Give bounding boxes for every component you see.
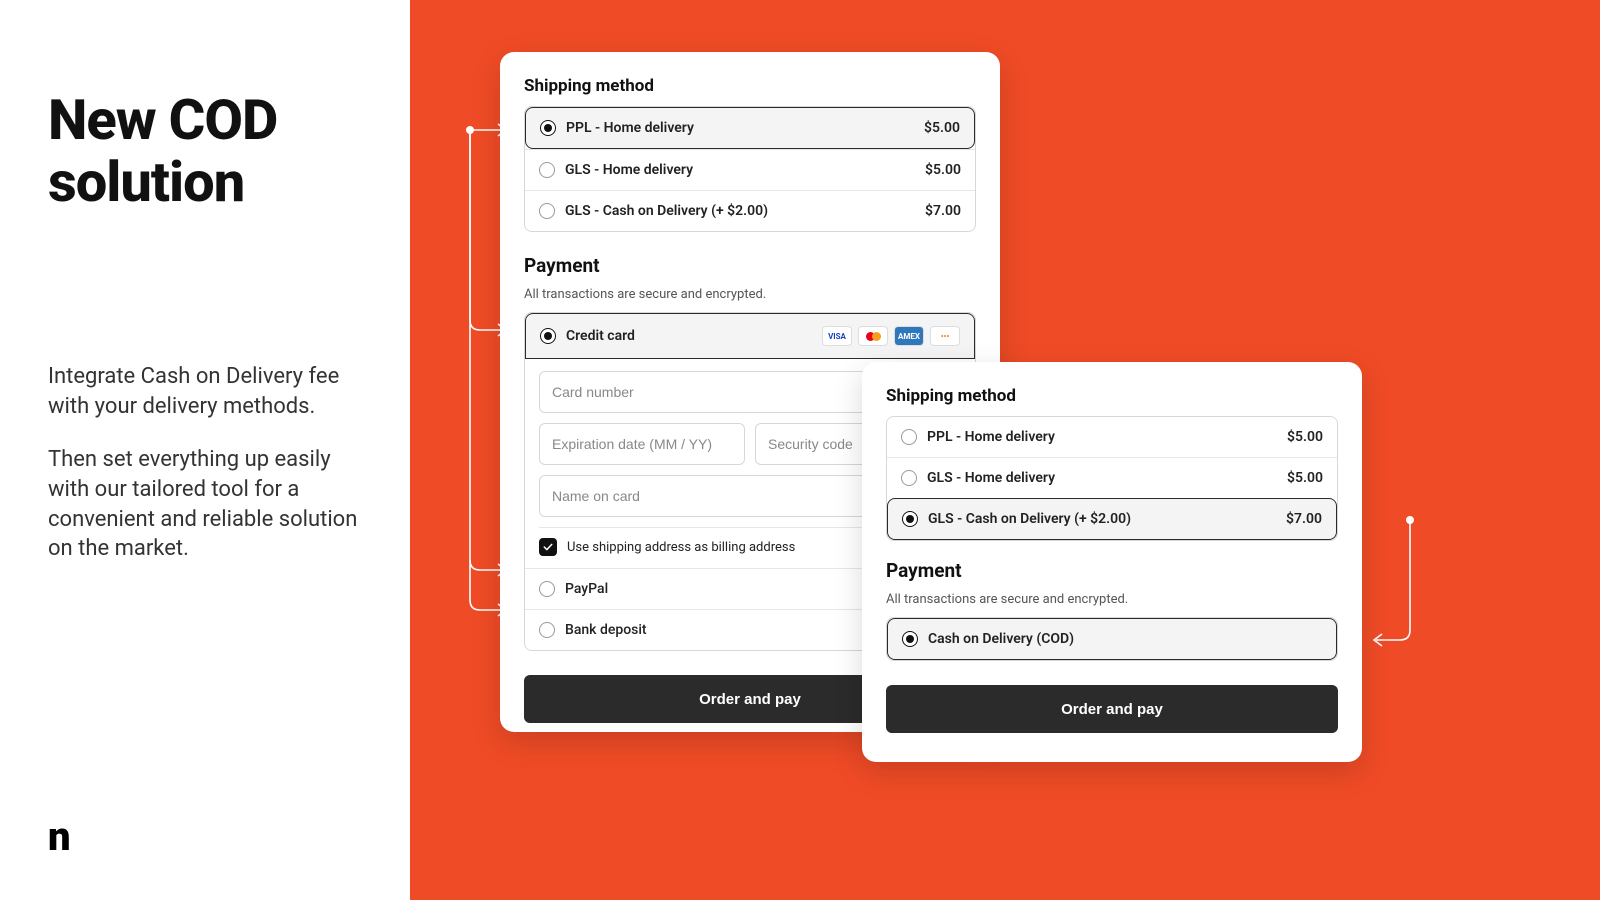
card-brand-icons: VISA AMEX •••	[822, 326, 960, 346]
shipping-section-b: Shipping method	[886, 386, 1338, 406]
shipping-option-price: $5.00	[1287, 470, 1323, 486]
shipping-option-price: $5.00	[924, 120, 960, 136]
cod-label: Cash on Delivery (COD)	[928, 631, 1074, 647]
radio-selected-icon	[902, 511, 918, 527]
shipping-option-ppl[interactable]: PPL - Home delivery $5.00	[525, 107, 975, 149]
shipping-option-price: $7.00	[1286, 511, 1322, 527]
shipping-option-price: $5.00	[1287, 429, 1323, 445]
discover-icon: •••	[930, 326, 960, 346]
order-and-pay-button[interactable]: Order and pay	[886, 685, 1338, 733]
payment-options-b: Cash on Delivery (COD)	[886, 617, 1338, 661]
payment-subtitle-b: All transactions are secure and encrypte…	[886, 592, 1338, 607]
payment-title-a: Payment	[524, 254, 976, 277]
radio-icon	[539, 162, 555, 178]
radio-icon	[539, 581, 555, 597]
shipping-option-gls[interactable]: GLS - Home delivery $5.00	[887, 457, 1337, 498]
radio-icon	[539, 622, 555, 638]
shipping-title-a: Shipping method	[524, 76, 976, 96]
credit-card-label: Credit card	[566, 328, 635, 344]
payment-option-cod[interactable]: Cash on Delivery (COD)	[887, 618, 1337, 660]
mastercard-icon	[858, 326, 888, 346]
shipping-option-gls-cod[interactable]: GLS - Cash on Delivery (+ $2.00) $7.00	[887, 498, 1337, 540]
shipping-title-b: Shipping method	[886, 386, 1338, 406]
shipping-section-a: Shipping method	[524, 76, 976, 96]
payment-section-a: Payment All transactions are secure and …	[524, 254, 976, 302]
hero-title: New COD solution	[48, 90, 410, 213]
hero-paragraph-2: Then set everything up easily with our t…	[48, 445, 358, 564]
checkbox-checked-icon	[539, 538, 557, 556]
shipping-option-price: $5.00	[925, 162, 961, 178]
radio-icon	[539, 203, 555, 219]
radio-icon	[901, 429, 917, 445]
hero-body: Integrate Cash on Delivery fee with your…	[48, 362, 358, 588]
shipping-option-label: PPL - Home delivery	[927, 429, 1055, 445]
shipping-option-price: $7.00	[925, 203, 961, 219]
payment-option-credit-card[interactable]: Credit card VISA AMEX •••	[525, 313, 975, 359]
payment-section-b: Payment All transactions are secure and …	[886, 559, 1338, 607]
shipping-option-label: GLS - Cash on Delivery (+ $2.00)	[565, 203, 768, 219]
shipping-option-label: GLS - Home delivery	[927, 470, 1055, 486]
payment-alt-label: PayPal	[565, 581, 608, 597]
payment-subtitle-a: All transactions are secure and encrypte…	[524, 287, 976, 302]
checkout-panel-b: Shipping method PPL - Home delivery $5.0…	[862, 362, 1362, 762]
amex-icon: AMEX	[894, 326, 924, 346]
radio-selected-icon	[902, 631, 918, 647]
card-expiry-input[interactable]	[539, 423, 745, 465]
shipping-options-a: PPL - Home delivery $5.00 GLS - Home del…	[524, 106, 976, 232]
shipping-option-label: GLS - Home delivery	[565, 162, 693, 178]
radio-selected-icon	[540, 120, 556, 136]
shipping-option-label: GLS - Cash on Delivery (+ $2.00)	[928, 511, 1131, 527]
shipping-options-b: PPL - Home delivery $5.00 GLS - Home del…	[886, 416, 1338, 541]
visa-icon: VISA	[822, 326, 852, 346]
shipping-option-gls[interactable]: GLS - Home delivery $5.00	[525, 149, 975, 190]
radio-selected-icon	[540, 328, 556, 344]
payment-alt-label: Bank deposit	[565, 622, 647, 638]
left-pane: New COD solution Integrate Cash on Deliv…	[0, 0, 410, 900]
payment-title-b: Payment	[886, 559, 1338, 582]
billing-checkbox-label: Use shipping address as billing address	[567, 540, 795, 555]
shipping-option-ppl[interactable]: PPL - Home delivery $5.00	[887, 417, 1337, 457]
hero-paragraph-1: Integrate Cash on Delivery fee with your…	[48, 362, 358, 421]
shipping-option-label: PPL - Home delivery	[566, 120, 694, 136]
brand-logo: n	[48, 813, 65, 860]
radio-icon	[901, 470, 917, 486]
shipping-option-gls-cod[interactable]: GLS - Cash on Delivery (+ $2.00) $7.00	[525, 190, 975, 231]
